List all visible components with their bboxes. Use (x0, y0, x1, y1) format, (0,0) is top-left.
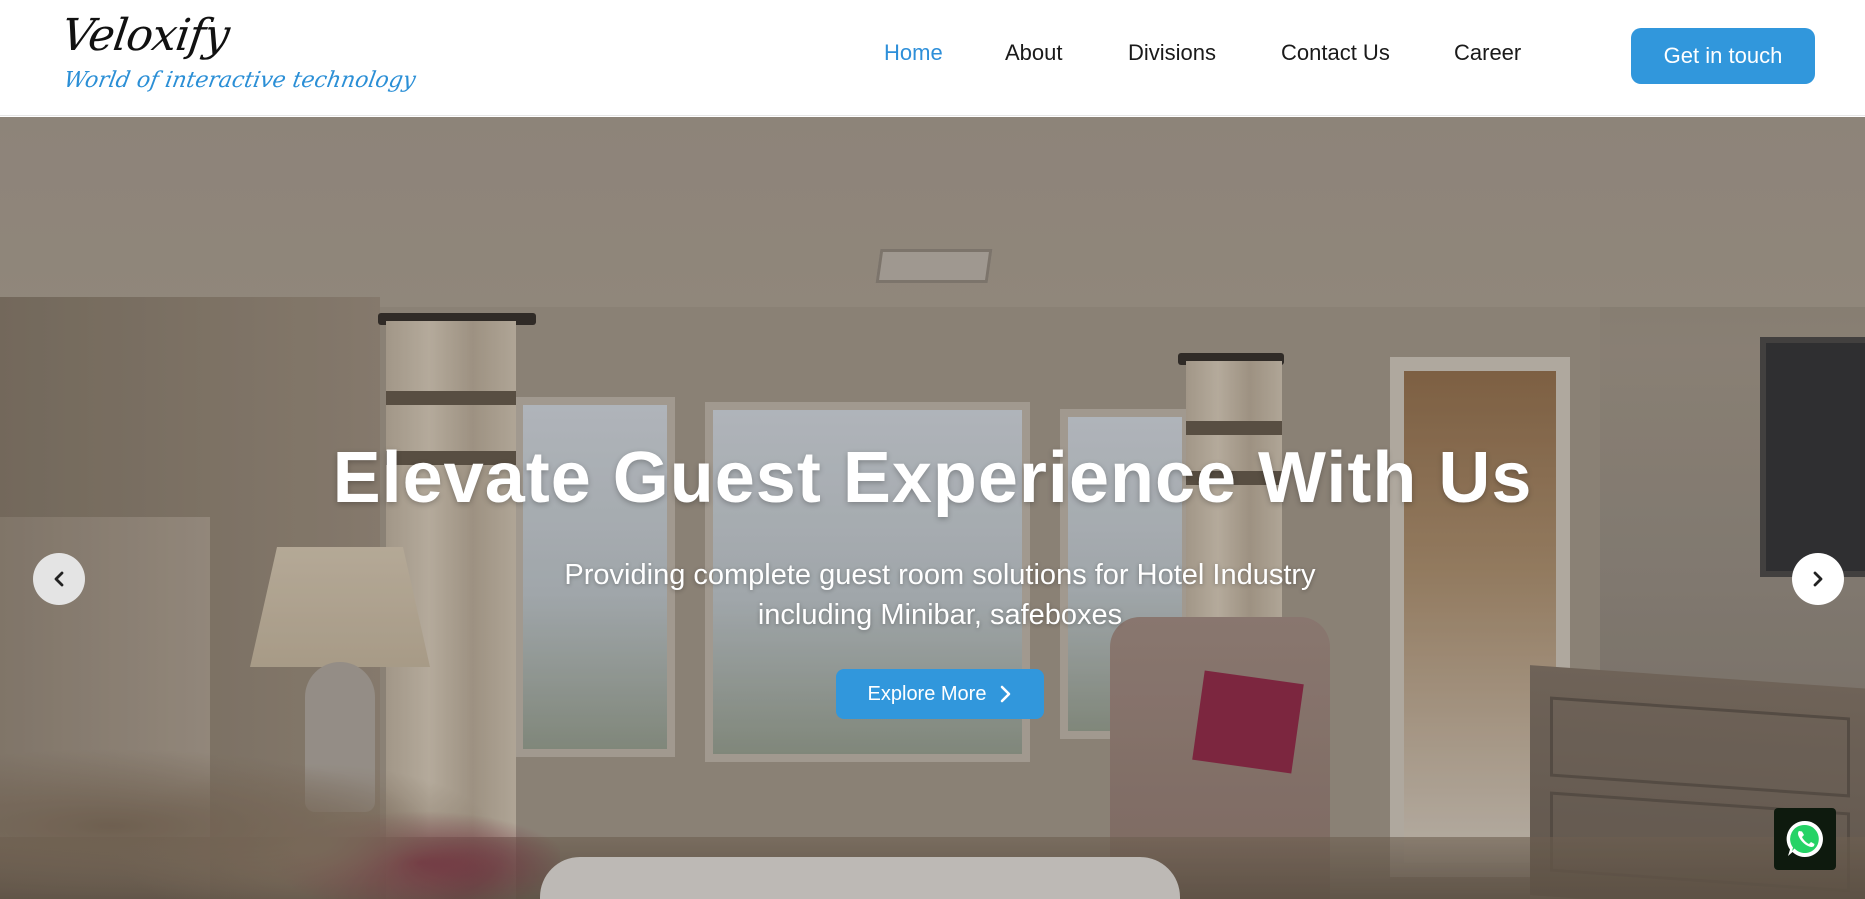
site-header: Veloxify World of interactive technology… (0, 0, 1865, 116)
hero-title: Elevate Guest Experience With Us (332, 438, 1533, 518)
hero-carousel: Elevate Guest Experience With Us Providi… (0, 117, 1865, 899)
nav-item-about[interactable]: About (1005, 40, 1063, 66)
chevron-right-icon (1813, 571, 1823, 587)
explore-more-button[interactable]: Explore More (836, 669, 1044, 719)
get-in-touch-button[interactable]: Get in touch (1631, 28, 1815, 84)
whatsapp-icon (1786, 820, 1823, 857)
hero-subtitle: Providing complete guest room solutions … (564, 559, 1316, 631)
chevron-left-icon (54, 571, 64, 587)
nav-item-contact-us[interactable]: Contact Us (1281, 40, 1390, 66)
chevron-right-icon (1001, 685, 1011, 703)
nav-item-career[interactable]: Career (1454, 40, 1521, 66)
carousel-prev-button[interactable] (33, 553, 85, 605)
logo[interactable]: Veloxify World of interactive technology (58, 10, 417, 102)
logo-wordmark: Veloxify (58, 10, 232, 61)
nav-item-divisions[interactable]: Divisions (1128, 40, 1216, 66)
explore-more-label: Explore More (867, 682, 987, 705)
whatsapp-button[interactable] (1774, 808, 1836, 870)
nav-item-home[interactable]: Home (884, 40, 943, 66)
carousel-next-button[interactable] (1792, 553, 1844, 605)
logo-tagline: World of interactive technology (61, 68, 418, 93)
